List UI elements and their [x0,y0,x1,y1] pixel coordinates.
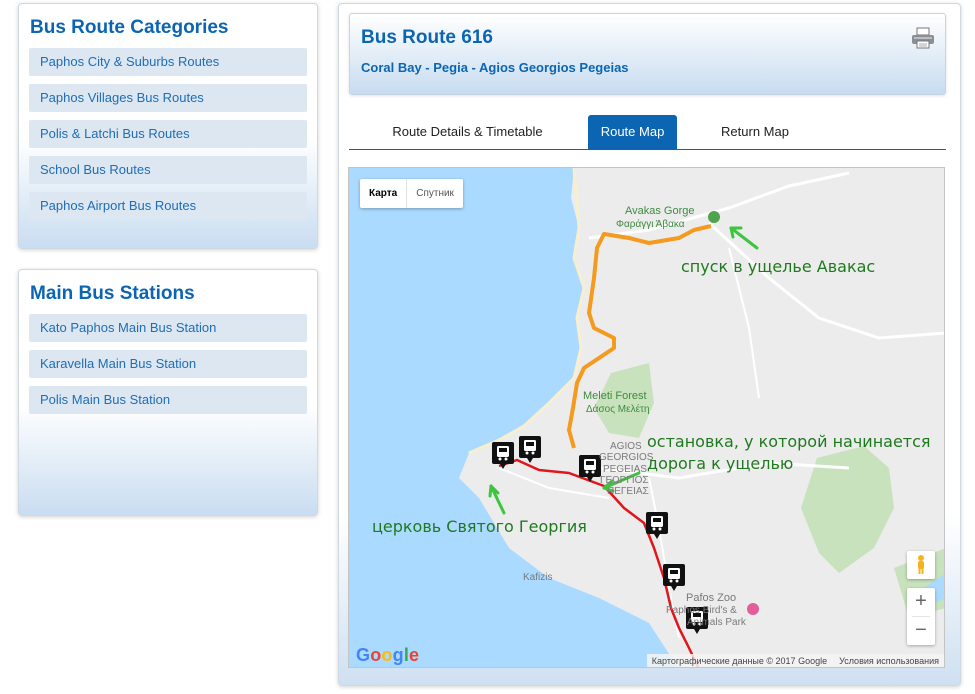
zoom-in-button[interactable]: + [907,588,935,616]
category-airport[interactable]: Paphos Airport Bus Routes [29,192,307,220]
pegman-icon[interactable] [907,551,935,579]
map-type-satellite[interactable]: Спутник [407,179,463,208]
place-meleti-en: Meleti Forest [583,390,647,402]
station-karavella[interactable]: Karavella Main Bus Station [29,350,307,378]
annotation-gorge: спуск в ущелье Авакас [681,257,876,276]
place-meleti-gr: Δάσος Μελέτη [586,404,650,415]
map-type-map[interactable]: Карта [360,179,408,208]
place-zoo-3: Animals Park [687,617,746,628]
place-avakas-gr: Φαράγγι Άβακα [616,219,685,230]
main-bus-stations-panel: Main Bus Stations Kato Paphos Main Bus S… [18,269,318,516]
printer-icon[interactable] [911,27,935,49]
place-agios-gr1: ΓΕΩΡΓΙΟΣ [600,475,649,486]
station-kato-paphos[interactable]: Kato Paphos Main Bus Station [29,314,307,342]
place-agios-1: AGIOS [610,441,642,452]
map-canvas [459,168,944,667]
bus-route-categories-panel: Bus Route Categories Paphos City & Subur… [18,3,318,249]
annotation-stop-line2: дорога к ущелью [647,454,794,473]
route-subtitle: Coral Bay - Pegia - Agios Georgios Pegei… [361,60,629,75]
category-paphos-villages[interactable]: Paphos Villages Bus Routes [29,84,307,112]
station-polis[interactable]: Polis Main Bus Station [29,386,307,414]
tab-route-map[interactable]: Route Map [588,115,677,149]
place-kafizis: Kafizis [523,572,553,583]
tab-return-map[interactable]: Return Map [709,115,801,149]
route-map[interactable]: Avakas Gorge Φαράγγι Άβακα Meleti Forest… [348,167,945,668]
place-agios-2: GEORGIOS [599,452,654,463]
annotation-church: церковь Святого Георгия [372,517,587,536]
annotation-stop-line1: остановка, у которой начинается [647,432,931,451]
route-header: Bus Route 616 Coral Bay - Pegia - Agios … [349,13,946,95]
category-school[interactable]: School Bus Routes [29,156,307,184]
terms-link[interactable]: Условия использования [839,654,939,667]
google-logo: Google [356,645,420,665]
place-zoo-2: Paphos Bird's & [666,605,737,616]
categories-title: Bus Route Categories [30,17,229,38]
route-tabs: Route Details & Timetable Route Map Retu… [349,115,946,149]
zoom-out-button[interactable]: − [907,617,935,645]
place-avakas-en: Avakas Gorge [625,205,695,217]
attribution-text: Картографические данные © 2017 Google [651,656,828,666]
tabs-divider [349,149,946,150]
map-type-control: Карта Спутник [360,179,463,208]
tab-route-details[interactable]: Route Details & Timetable [378,115,557,149]
category-polis-latchi[interactable]: Polis & Latchi Bus Routes [29,120,307,148]
category-paphos-city[interactable]: Paphos City & Suburbs Routes [29,48,307,76]
zoom-control: + − [907,588,935,645]
map-attribution: Картографические данные © 2017 Google Ус… [646,654,944,667]
place-zoo: Pafos Zoo [686,592,737,604]
stations-title: Main Bus Stations [30,283,195,304]
route-title: Bus Route 616 [361,27,493,48]
place-agios-3: PEGEIAS [603,464,647,475]
place-agios-gr2: ΠΕΓΕΙΑΣ [607,486,649,497]
